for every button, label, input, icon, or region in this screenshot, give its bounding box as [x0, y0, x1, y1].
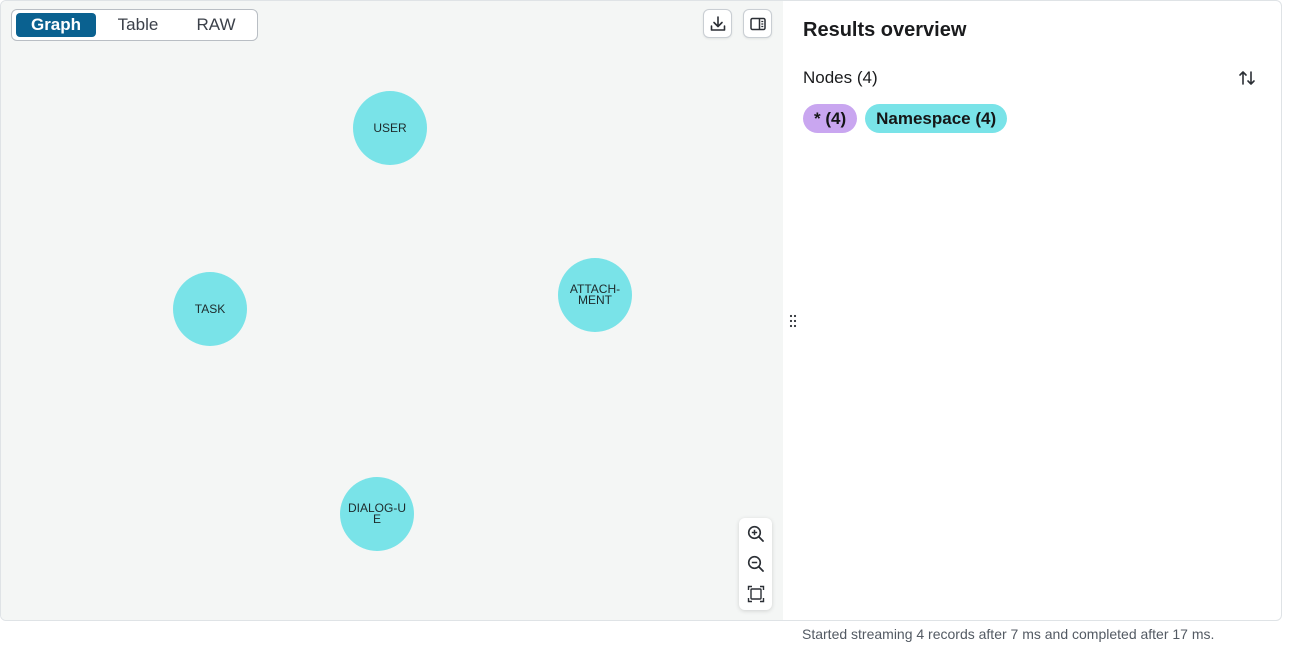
chip-all-nodes[interactable]: * (4)	[803, 104, 858, 133]
download-button[interactable]	[703, 9, 732, 38]
zoom-in-icon	[747, 525, 764, 542]
panel-resize-handle[interactable]	[788, 313, 798, 329]
graph-node-user[interactable]: USER	[353, 91, 427, 165]
download-icon	[710, 15, 725, 31]
zoom-out-icon	[747, 555, 764, 572]
node-label: DIALOG-UE	[347, 501, 406, 526]
results-overview-title: Results overview	[803, 19, 967, 41]
chip-namespace[interactable]: Namespace (4)	[865, 104, 1008, 133]
drag-handle-icon	[789, 314, 797, 328]
results-frame: Graph Table RAW USER TASK ATTACH-MENT DI…	[0, 0, 1282, 621]
tab-raw[interactable]: RAW	[180, 13, 252, 37]
nodes-count-heading: Nodes (4)	[803, 68, 878, 87]
results-overview-panel: Results overview Nodes (4) * (4) Namespa…	[783, 1, 1281, 620]
query-status-text: Started streaming 4 records after 7 ms a…	[802, 626, 1215, 642]
zoom-controls	[739, 518, 772, 610]
fit-to-screen-icon	[747, 585, 764, 602]
fit-to-screen-button[interactable]	[743, 581, 768, 606]
toggle-sidebar-button[interactable]	[743, 9, 772, 38]
graph-node-attachment[interactable]: ATTACH-MENT	[558, 258, 632, 332]
tab-graph[interactable]: Graph	[16, 13, 96, 37]
node-label: USER	[373, 120, 407, 135]
graph-node-dialogue[interactable]: DIALOG-UE	[340, 477, 414, 551]
node-label: ATTACH-MENT	[569, 282, 621, 307]
zoom-in-button[interactable]	[743, 521, 768, 546]
zoom-out-button[interactable]	[743, 551, 768, 576]
sort-button[interactable]	[1236, 67, 1258, 89]
graph-node-task[interactable]: TASK	[173, 272, 247, 346]
node-label: TASK	[194, 301, 226, 316]
sort-icon	[1239, 71, 1255, 85]
label-chips: * (4) Namespace (4)	[803, 104, 1008, 133]
panel-toggle-icon	[749, 17, 766, 30]
tab-table[interactable]: Table	[96, 13, 180, 37]
graph-canvas[interactable]: Graph Table RAW USER TASK ATTACH-MENT DI…	[1, 1, 783, 620]
view-toggle: Graph Table RAW	[11, 9, 258, 41]
